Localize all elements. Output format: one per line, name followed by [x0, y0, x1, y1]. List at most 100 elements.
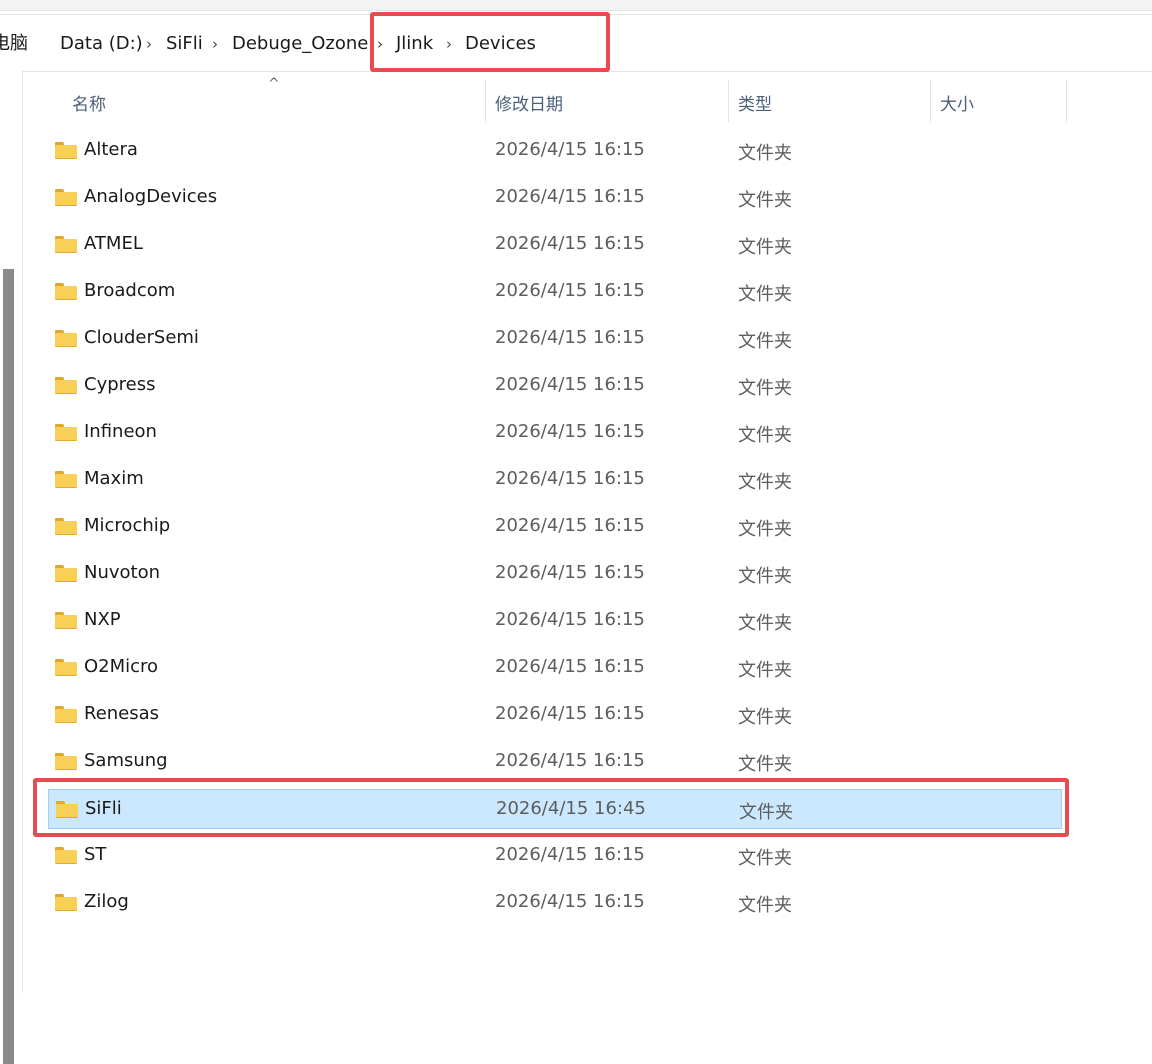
column-divider[interactable]: [485, 80, 486, 122]
folder-icon: [55, 565, 77, 582]
folder-icon: [55, 894, 77, 911]
folder-icon: [55, 377, 77, 394]
chevron-right-icon[interactable]: ›: [446, 31, 452, 57]
file-type: 文件夹: [738, 566, 792, 587]
file-name[interactable]: Maxim: [84, 468, 144, 489]
file-row[interactable]: Microchip 2026/4/15 16:15 文件夹: [48, 507, 1062, 547]
file-row[interactable]: Cypress 2026/4/15 16:15 文件夹: [48, 366, 1062, 406]
file-name[interactable]: ClouderSemi: [84, 327, 199, 348]
file-date-modified: 2026/4/15 16:15: [495, 374, 645, 395]
file-name[interactable]: Microchip: [84, 515, 170, 536]
file-date-modified: 2026/4/15 16:15: [495, 233, 645, 254]
file-date-modified: 2026/4/15 16:45: [496, 798, 646, 819]
file-date-modified: 2026/4/15 16:15: [495, 844, 645, 865]
file-name[interactable]: SiFli: [85, 798, 122, 819]
folder-icon: [55, 706, 77, 723]
file-type: 文件夹: [738, 378, 792, 399]
folder-icon: [55, 236, 77, 253]
file-date-modified: 2026/4/15 16:15: [495, 280, 645, 301]
folder-icon: [55, 518, 77, 535]
file-date-modified: 2026/4/15 16:15: [495, 703, 645, 724]
breadcrumb-sifli[interactable]: SiFli: [166, 31, 203, 57]
file-name[interactable]: Zilog: [84, 891, 129, 912]
folder-icon: [55, 612, 77, 629]
column-divider[interactable]: [728, 80, 729, 122]
file-date-modified: 2026/4/15 16:15: [495, 421, 645, 442]
file-name[interactable]: Renesas: [84, 703, 159, 724]
file-name[interactable]: Samsung: [84, 750, 168, 771]
chevron-right-icon[interactable]: ›: [377, 31, 383, 57]
column-date-modified[interactable]: 修改日期: [495, 90, 563, 115]
file-type: 文件夹: [738, 707, 792, 728]
file-name[interactable]: Broadcom: [84, 280, 175, 301]
breadcrumb-debuge-ozone[interactable]: Debuge_Ozone: [232, 31, 368, 57]
scrollbar[interactable]: [3, 269, 14, 1064]
address-bar[interactable]: 电脑 Data (D:) › SiFli › Debuge_Ozone › Jl…: [0, 14, 1152, 72]
column-size[interactable]: 大小: [940, 90, 974, 115]
breadcrumb-this-pc[interactable]: 电脑: [0, 31, 28, 57]
file-name[interactable]: Altera: [84, 139, 138, 160]
file-row[interactable]: Infineon 2026/4/15 16:15 文件夹: [48, 413, 1062, 453]
folder-icon: [55, 659, 77, 676]
file-row[interactable]: Renesas 2026/4/15 16:15 文件夹: [48, 695, 1062, 735]
file-type: 文件夹: [738, 472, 792, 493]
breadcrumb-jlink[interactable]: Jlink: [396, 31, 433, 57]
file-type: 文件夹: [738, 190, 792, 211]
title-strip: [0, 0, 1152, 11]
file-row[interactable]: Samsung 2026/4/15 16:15 文件夹: [48, 742, 1062, 782]
file-name[interactable]: Cypress: [84, 374, 155, 395]
file-name[interactable]: ST: [84, 844, 106, 865]
breadcrumb-data-drive[interactable]: Data (D:): [60, 31, 143, 57]
file-date-modified: 2026/4/15 16:15: [495, 468, 645, 489]
file-row[interactable]: Altera 2026/4/15 16:15 文件夹: [48, 131, 1062, 171]
file-name[interactable]: Nuvoton: [84, 562, 160, 583]
file-row[interactable]: O2Micro 2026/4/15 16:15 文件夹: [48, 648, 1062, 688]
folder-icon: [56, 801, 78, 818]
file-row[interactable]: NXP 2026/4/15 16:15 文件夹: [48, 601, 1062, 641]
folder-icon: [55, 753, 77, 770]
folder-icon: [55, 283, 77, 300]
column-type[interactable]: 类型: [738, 90, 772, 115]
chevron-right-icon[interactable]: ›: [212, 31, 218, 57]
folder-icon: [55, 424, 77, 441]
column-divider[interactable]: [930, 80, 931, 122]
file-row[interactable]: ST 2026/4/15 16:15 文件夹: [48, 836, 1062, 876]
column-name[interactable]: 名称: [72, 90, 106, 115]
file-type: 文件夹: [738, 143, 792, 164]
file-row[interactable]: Broadcom 2026/4/15 16:15 文件夹: [48, 272, 1062, 312]
file-row[interactable]: SiFli 2026/4/15 16:45 文件夹: [48, 789, 1062, 829]
file-row[interactable]: Maxim 2026/4/15 16:15 文件夹: [48, 460, 1062, 500]
file-type: 文件夹: [739, 802, 793, 823]
file-type: 文件夹: [738, 284, 792, 305]
file-type: 文件夹: [738, 754, 792, 775]
file-type: 文件夹: [738, 848, 792, 869]
file-date-modified: 2026/4/15 16:15: [495, 609, 645, 630]
file-row[interactable]: Nuvoton 2026/4/15 16:15 文件夹: [48, 554, 1062, 594]
folder-icon: [55, 847, 77, 864]
file-type: 文件夹: [738, 331, 792, 352]
file-row[interactable]: Zilog 2026/4/15 16:15 文件夹: [48, 883, 1062, 923]
sort-ascending-icon: ^: [268, 76, 280, 92]
file-type: 文件夹: [738, 660, 792, 681]
chevron-right-icon[interactable]: ›: [146, 31, 152, 57]
breadcrumb-devices[interactable]: Devices: [465, 31, 536, 57]
file-date-modified: 2026/4/15 16:15: [495, 891, 645, 912]
column-header: ^ 名称 修改日期 类型 大小: [24, 76, 1152, 124]
file-date-modified: 2026/4/15 16:15: [495, 515, 645, 536]
file-name[interactable]: ATMEL: [84, 233, 143, 254]
file-row[interactable]: AnalogDevices 2026/4/15 16:15 文件夹: [48, 178, 1062, 218]
file-name[interactable]: AnalogDevices: [84, 186, 217, 207]
file-row[interactable]: ATMEL 2026/4/15 16:15 文件夹: [48, 225, 1062, 265]
file-name[interactable]: Infineon: [84, 421, 157, 442]
file-date-modified: 2026/4/15 16:15: [495, 656, 645, 677]
file-row[interactable]: ClouderSemi 2026/4/15 16:15 文件夹: [48, 319, 1062, 359]
file-name[interactable]: O2Micro: [84, 656, 158, 677]
column-divider[interactable]: [1066, 80, 1067, 122]
navigation-pane: [0, 71, 23, 1064]
folder-icon: [55, 189, 77, 206]
folder-icon: [55, 471, 77, 488]
file-date-modified: 2026/4/15 16:15: [495, 186, 645, 207]
file-type: 文件夹: [738, 237, 792, 258]
file-type: 文件夹: [738, 519, 792, 540]
file-name[interactable]: NXP: [84, 609, 121, 630]
